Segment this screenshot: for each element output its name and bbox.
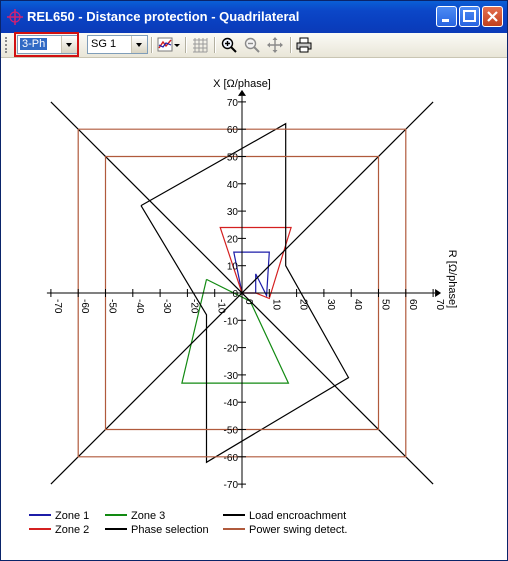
x-tick-label: 30 [325, 299, 336, 311]
quadrilateral-plot[interactable]: X [Ω/phase] R [Ω/phase] -70 -60 -50 -40 -30 -… [1, 58, 507, 560]
y-tick-label: 0 [232, 289, 238, 300]
legend-label-zone-1: Zone 1 [55, 510, 89, 522]
y-tick-label: -60 [224, 453, 239, 464]
x-axis-arrow [435, 289, 442, 297]
toolbar-separator [151, 37, 153, 53]
x-tick-label: -50 [107, 299, 118, 314]
y-tick-label: -20 [224, 344, 239, 355]
y-tick-label: 30 [227, 207, 239, 218]
y-tick-label: -10 [224, 316, 239, 327]
window-title: REL650 - Distance protection - Quadrilat… [27, 9, 300, 24]
toolbar-separator [290, 37, 292, 53]
distance-protection-window: REL650 - Distance protection - Quadrilat… [0, 0, 508, 561]
x-tick-label: 20 [298, 299, 309, 311]
print-icon[interactable] [296, 37, 312, 53]
minimize-icon [442, 19, 449, 22]
legend-label-phase-selection: Phase selection [131, 524, 209, 536]
zoom-in-icon[interactable] [221, 37, 237, 53]
phase-select-highlight [14, 32, 79, 57]
toolbar-separator [214, 37, 216, 53]
legend: Zone 1 Zone 3 Load encroachment Zone 2 Phase… [29, 510, 347, 536]
x-tick-label: 50 [380, 299, 391, 311]
setting-group-value: SG 1 [91, 38, 117, 50]
x-tick-label: -20 [188, 299, 199, 314]
series-zone-1 [233, 251, 270, 298]
legend-label-zone-3: Zone 3 [131, 510, 165, 522]
app-icon [7, 9, 23, 25]
x-tick-label: 60 [407, 299, 418, 311]
x-axis-label: R [Ω/phase] [446, 250, 458, 308]
title-bar[interactable]: REL650 - Distance protection - Quadrilat… [1, 1, 507, 33]
toolbar-separator [185, 37, 187, 53]
x-tick-label: 0 [243, 299, 254, 305]
legend-label-power-swing-detect: Power swing detect. [249, 524, 347, 536]
close-icon [487, 11, 498, 22]
minimize-button[interactable] [436, 6, 457, 27]
x-tick-label: 10 [270, 299, 281, 311]
maximize-button[interactable] [459, 6, 480, 27]
x-tick-label: 40 [352, 299, 363, 311]
pan-icon[interactable] [267, 37, 283, 53]
y-tick-label: -40 [224, 398, 239, 409]
y-tick-label: -30 [224, 371, 239, 382]
toolbar-grip[interactable] [5, 37, 10, 53]
x-tick-label: -70 [52, 299, 63, 314]
setting-group-select[interactable]: SG 1 [87, 35, 148, 54]
legend-label-zone-2: Zone 2 [55, 524, 89, 536]
x-tick-label: -30 [161, 299, 172, 314]
y-axis-label: X [Ω/phase] [213, 78, 271, 90]
zoom-out-icon[interactable] [244, 37, 260, 53]
y-tick-label: 20 [227, 234, 239, 245]
y-tick-label: -50 [224, 426, 239, 437]
x-tick-label: 70 [434, 299, 445, 311]
y-tick-label: 10 [227, 262, 239, 273]
y-tick-label: -70 [224, 480, 239, 491]
y-tick-label: 60 [227, 125, 239, 136]
legend-label-load-encroachment: Load encroachment [249, 510, 346, 522]
y-tick-label: 40 [227, 180, 239, 191]
x-tick-label: -10 [216, 299, 227, 314]
maximize-icon [463, 10, 476, 22]
chevron-down-icon[interactable] [131, 36, 147, 53]
y-axis-arrow [238, 89, 246, 96]
x-tick-label: -60 [79, 299, 90, 314]
x-tick-label: -40 [134, 299, 145, 314]
y-tick-label: 50 [227, 153, 239, 164]
close-button[interactable] [482, 6, 503, 27]
grid-icon[interactable] [192, 37, 208, 53]
y-tick-label: 70 [227, 98, 239, 109]
chart-style-icon[interactable] [157, 37, 181, 53]
